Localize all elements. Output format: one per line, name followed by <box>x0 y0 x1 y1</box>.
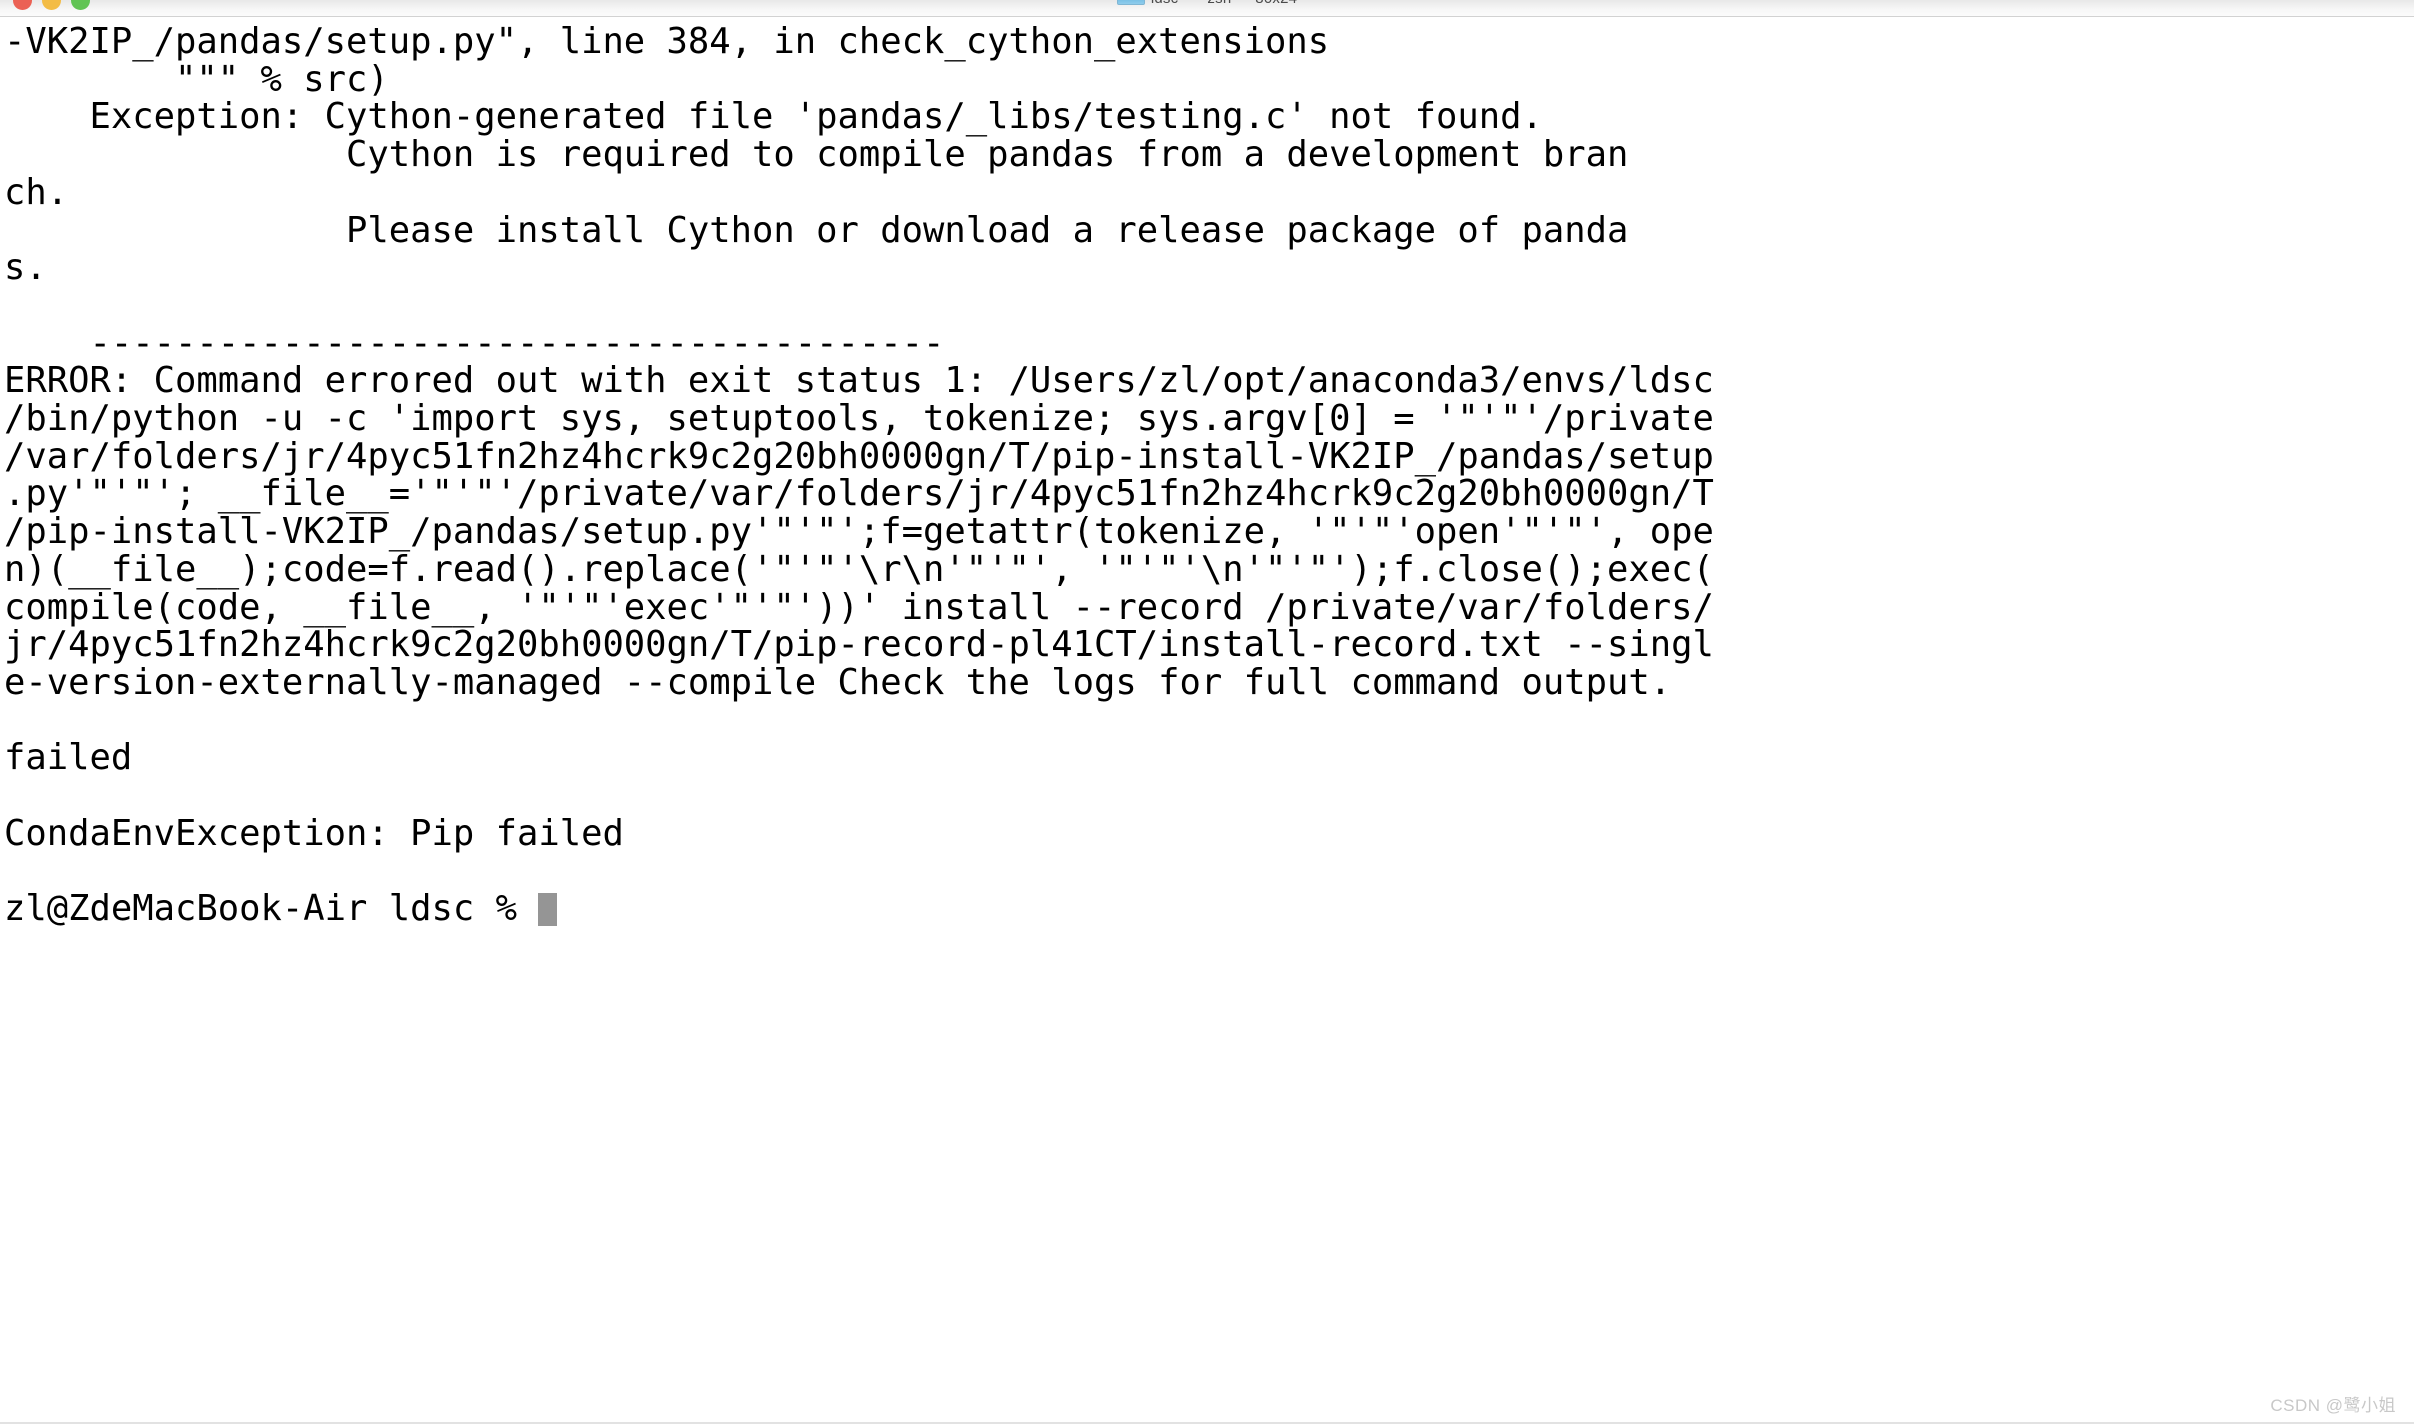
window-traffic-lights <box>13 0 90 10</box>
terminal-line: compile(code, __file__, '"'"'exec'"'"'))… <box>4 586 1714 628</box>
terminal-line: ERROR: Command errored out with exit sta… <box>4 360 1714 402</box>
terminal-line: e-version-externally-managed --compile C… <box>4 661 1672 703</box>
terminal-line: jr/4pyc51fn2hz4hcrk9c2g20bh0000gn/T/pip-… <box>4 624 1714 666</box>
csdn-watermark: CSDN @鹭小姐 <box>2270 1396 2396 1415</box>
text-cursor <box>538 893 558 927</box>
terminal-line: ch. <box>4 171 69 213</box>
terminal-line: """ % src) <box>4 58 389 100</box>
terminal-line: CondaEnvException: Pip failed <box>4 812 624 854</box>
terminal-line: n)(__file__);code=f.read().replace('"'"'… <box>4 548 1714 590</box>
minimize-window-button[interactable] <box>42 0 61 10</box>
terminal-output: -VK2IP_/pandas/setup.py", line 384, in c… <box>0 23 2414 928</box>
close-window-button[interactable] <box>13 0 32 10</box>
terminal-line: -VK2IP_/pandas/setup.py", line 384, in c… <box>4 21 1330 62</box>
terminal-line: Exception: Cython-generated file 'pandas… <box>4 96 1543 138</box>
window-title: ldsc — -zsh — 80x24 <box>0 0 2414 7</box>
terminal-line: failed <box>4 737 133 779</box>
terminal-line: s. <box>4 247 47 289</box>
folder-icon <box>1116 0 1145 5</box>
terminal-line: Please install Cython or download a rele… <box>4 209 1629 251</box>
terminal-window: ldsc — -zsh — 80x24 -VK2IP_/pandas/setup… <box>0 0 2414 1424</box>
terminal-line: /var/folders/jr/4pyc51fn2hz4hcrk9c2g20bh… <box>4 435 1714 477</box>
shell-prompt-text: zl@ZdeMacBook-Air ldsc % <box>4 888 539 930</box>
zoom-window-button[interactable] <box>71 0 90 10</box>
terminal-line: ---------------------------------------- <box>4 322 945 364</box>
window-title-label: ldsc — -zsh — 80x24 <box>1151 0 1297 7</box>
terminal-line: /pip-install-VK2IP_/pandas/setup.py'"'"'… <box>4 511 1714 553</box>
terminal-prompt-line[interactable]: zl@ZdeMacBook-Air ldsc % <box>4 890 2410 928</box>
terminal-body[interactable]: -VK2IP_/pandas/setup.py", line 384, in c… <box>0 17 2414 1424</box>
terminal-line: .py'"'"'; __file__='"'"'/private/var/fol… <box>4 473 1714 515</box>
window-title-bar[interactable]: ldsc — -zsh — 80x24 <box>0 0 2414 17</box>
terminal-line: /bin/python -u -c 'import sys, setuptool… <box>4 398 1714 440</box>
terminal-line: Cython is required to compile pandas fro… <box>4 134 1629 176</box>
